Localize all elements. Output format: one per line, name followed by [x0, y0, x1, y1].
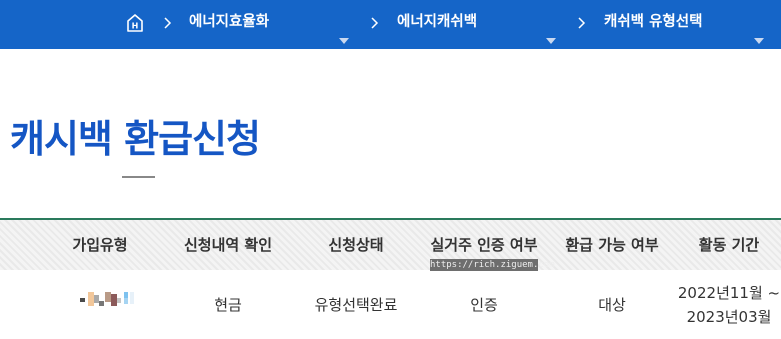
home-icon-letter: H: [132, 22, 139, 31]
breadcrumb-item-efficiency[interactable]: 에너지효율화: [189, 0, 349, 49]
col-header-join-type: 가입유형: [72, 236, 128, 254]
cell-period: 2022년11월 ~ 2023년03월: [677, 270, 781, 339]
breadcrumb-item-cashback[interactable]: 에너지캐쉬백: [397, 0, 557, 49]
table-header: 가입유형 신청내역 확인 신청상태 실거주 인증 여부 환급 가능 여부 활동 …: [0, 220, 781, 270]
cell-history: 현금: [214, 295, 242, 314]
home-icon[interactable]: H: [126, 13, 144, 33]
col-header-eligible: 환급 가능 여부: [565, 236, 659, 254]
caret-down-icon[interactable]: [754, 19, 764, 44]
redacted-join-type: [78, 291, 138, 307]
breadcrumb-nav: H 에너지효율화 에너지캐쉬백 캐쉬백 유형선택: [0, 0, 781, 49]
period-start: 2022년11월 ~: [677, 283, 781, 302]
period-end: 2023년03월: [686, 307, 772, 326]
col-header-status: 신청상태: [328, 236, 384, 254]
breadcrumb-label: 에너지효율화: [189, 14, 270, 30]
caret-down-icon[interactable]: [339, 19, 349, 44]
chevron-right-icon: [163, 13, 173, 33]
breadcrumb-label: 에너지캐쉬백: [397, 14, 478, 30]
breadcrumb-label: 캐쉬백 유형선택: [604, 14, 703, 30]
cell-eligible: 대상: [598, 295, 626, 314]
page-title: 캐시백 환급신청: [10, 117, 261, 161]
cell-status: 유형선택완료: [314, 295, 398, 314]
col-header-period: 활동 기간: [698, 236, 760, 254]
col-header-history: 신청내역 확인: [183, 236, 273, 254]
cell-residence: 인증: [470, 295, 498, 314]
caret-down-icon[interactable]: [546, 19, 556, 44]
title-divider: [122, 176, 155, 178]
chevron-right-icon: [577, 13, 587, 33]
chevron-right-icon: [370, 13, 380, 33]
breadcrumb-item-cashback-type[interactable]: 캐쉬백 유형선택: [604, 0, 781, 49]
